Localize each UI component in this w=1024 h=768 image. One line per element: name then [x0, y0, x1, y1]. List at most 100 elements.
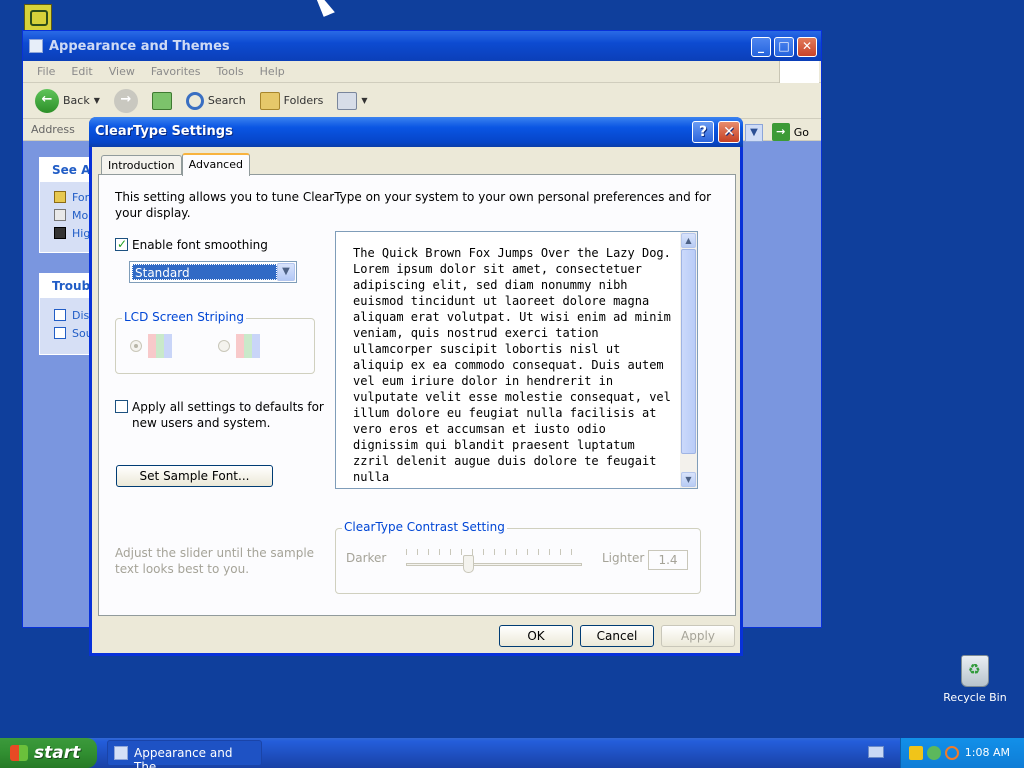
cleartype-dialog: ClearType Settings ? ✕ Introduction Adva…	[89, 117, 743, 656]
description-text: This setting allows you to tune ClearTyp…	[115, 190, 712, 220]
fonts-folder-icon	[54, 191, 66, 203]
contrast-slider-track[interactable]	[406, 563, 582, 566]
maximize-button[interactable]: □	[774, 37, 794, 57]
tab-strip: Introduction Advanced	[101, 153, 250, 176]
scroll-up-icon[interactable]: ▲	[681, 233, 696, 248]
scroll-thumb[interactable]	[681, 249, 696, 454]
lighter-label: Lighter	[602, 551, 645, 565]
menu-help[interactable]: Help	[260, 65, 285, 78]
windows-logo-icon	[779, 61, 819, 83]
bgr-stripe-icon	[236, 334, 260, 358]
network-icon[interactable]	[927, 746, 941, 760]
lcd-striping-title: LCD Screen Striping	[122, 310, 246, 324]
go-button[interactable]: → Go	[771, 123, 809, 141]
darker-label: Darker	[346, 551, 387, 565]
address-dropdown-icon[interactable]: ▼	[745, 124, 763, 142]
enable-font-smoothing-label: Enable font smoothing	[132, 238, 268, 252]
bgr-striping-radio[interactable]	[218, 340, 230, 352]
explorer-toolbar: ← Back ▼ → Search Folders ▼	[23, 83, 821, 119]
contrast-group: ClearType Contrast Setting Darker Lighte…	[335, 520, 701, 594]
menu-edit[interactable]: Edit	[71, 65, 92, 78]
up-folder-icon	[151, 91, 172, 110]
up-button[interactable]	[151, 91, 172, 110]
sample-text-box: The Quick Brown Fox Jumps Over the Lazy …	[335, 231, 698, 489]
taskbar-item-appearance[interactable]: Appearance and The...	[107, 740, 262, 768]
keyboard-icon[interactable]	[868, 746, 884, 758]
smoothing-type-select[interactable]: Standard ▼	[129, 261, 297, 283]
views-icon	[337, 91, 358, 110]
minimize-button[interactable]: _	[751, 37, 771, 57]
system-tray: 1:08 AM	[900, 738, 1024, 768]
help-icon	[54, 327, 66, 339]
scroll-down-icon[interactable]: ▼	[681, 472, 696, 487]
control-panel-icon	[114, 746, 128, 760]
address-label: Address	[31, 123, 75, 136]
dialog-title: ClearType Settings	[95, 124, 233, 139]
explorer-title-bar[interactable]: Appearance and Themes _ □ ✕	[23, 31, 821, 61]
views-button[interactable]: ▼	[337, 91, 368, 110]
search-label: Search	[207, 94, 246, 107]
start-label: start	[34, 743, 81, 763]
dialog-title-bar[interactable]: ClearType Settings ? ✕	[89, 117, 743, 147]
contrast-icon	[54, 227, 66, 239]
slider-hint-text: Adjust the slider until the sample text …	[115, 546, 315, 576]
recycle-bin-icon	[961, 655, 989, 687]
views-dropdown-icon: ▼	[361, 96, 368, 105]
explorer-menu-bar: File Edit View Favorites Tools Help	[23, 61, 821, 83]
go-label: Go	[793, 125, 809, 139]
back-arrow-icon: ←	[35, 88, 59, 113]
security-shield-icon[interactable]	[909, 746, 923, 760]
back-dropdown-icon: ▼	[93, 96, 100, 105]
forward-arrow-icon: →	[113, 88, 138, 113]
enable-font-smoothing-checkbox[interactable]: Enable font smoothing	[115, 236, 268, 253]
help-button[interactable]: ?	[692, 121, 714, 143]
chevron-down-icon[interactable]: ▼	[277, 263, 295, 281]
contrast-slider-thumb[interactable]	[463, 555, 474, 573]
explorer-title: Appearance and Themes	[49, 38, 230, 54]
help-icon	[54, 309, 66, 321]
clock[interactable]: 1:08 AM	[965, 746, 1010, 759]
back-label: Back	[63, 94, 90, 107]
lcd-striping-group: LCD Screen Striping	[115, 310, 315, 374]
go-arrow-icon: →	[771, 123, 790, 141]
menu-view[interactable]: View	[109, 65, 135, 78]
control-panel-icon	[29, 39, 43, 53]
tab-advanced[interactable]: Advanced	[181, 153, 250, 176]
back-button[interactable]: ← Back ▼	[35, 88, 100, 113]
close-button[interactable]: ✕	[797, 37, 817, 57]
forward-button[interactable]: →	[113, 88, 138, 113]
checkbox-unchecked-icon	[115, 400, 128, 413]
apply-defaults-label: Apply all settings to defaults for new u…	[132, 400, 324, 430]
search-button[interactable]: Search	[185, 91, 246, 110]
start-button[interactable]: start	[0, 738, 97, 768]
windows-flag-icon	[10, 745, 28, 761]
slider-ticks	[406, 549, 582, 555]
search-icon	[185, 91, 204, 110]
menu-file[interactable]: File	[37, 65, 55, 78]
mouse-cursor	[317, 0, 335, 17]
taskbar-item-label: Appearance and The...	[134, 746, 233, 768]
search-icon[interactable]	[945, 746, 959, 760]
menu-favorites[interactable]: Favorites	[151, 65, 201, 78]
contrast-title: ClearType Contrast Setting	[342, 520, 507, 534]
cancel-button[interactable]: Cancel	[580, 625, 654, 647]
ok-button[interactable]: OK	[499, 625, 573, 647]
folders-button[interactable]: Folders	[259, 91, 324, 110]
contrast-value: 1.4	[648, 550, 688, 570]
recycle-bin-label: Recycle Bin	[943, 691, 1007, 704]
rgb-stripe-icon	[148, 334, 172, 358]
apply-button[interactable]: Apply	[661, 625, 735, 647]
dialog-close-button[interactable]: ✕	[718, 121, 740, 143]
folders-label: Folders	[283, 94, 324, 107]
recycle-bin[interactable]: Recycle Bin	[940, 655, 1010, 704]
desktop-shortcut-icon[interactable]	[24, 4, 52, 32]
apply-defaults-checkbox[interactable]: Apply all settings to defaults for new u…	[115, 399, 325, 431]
menu-tools[interactable]: Tools	[217, 65, 244, 78]
folders-icon	[259, 91, 280, 110]
checkbox-checked-icon	[115, 236, 128, 252]
tab-introduction[interactable]: Introduction	[101, 155, 182, 175]
mouse-icon	[54, 209, 66, 221]
set-sample-font-button[interactable]: Set Sample Font...	[116, 465, 273, 487]
rgb-striping-radio[interactable]	[130, 340, 142, 352]
sample-scrollbar[interactable]: ▲ ▼	[680, 232, 697, 488]
